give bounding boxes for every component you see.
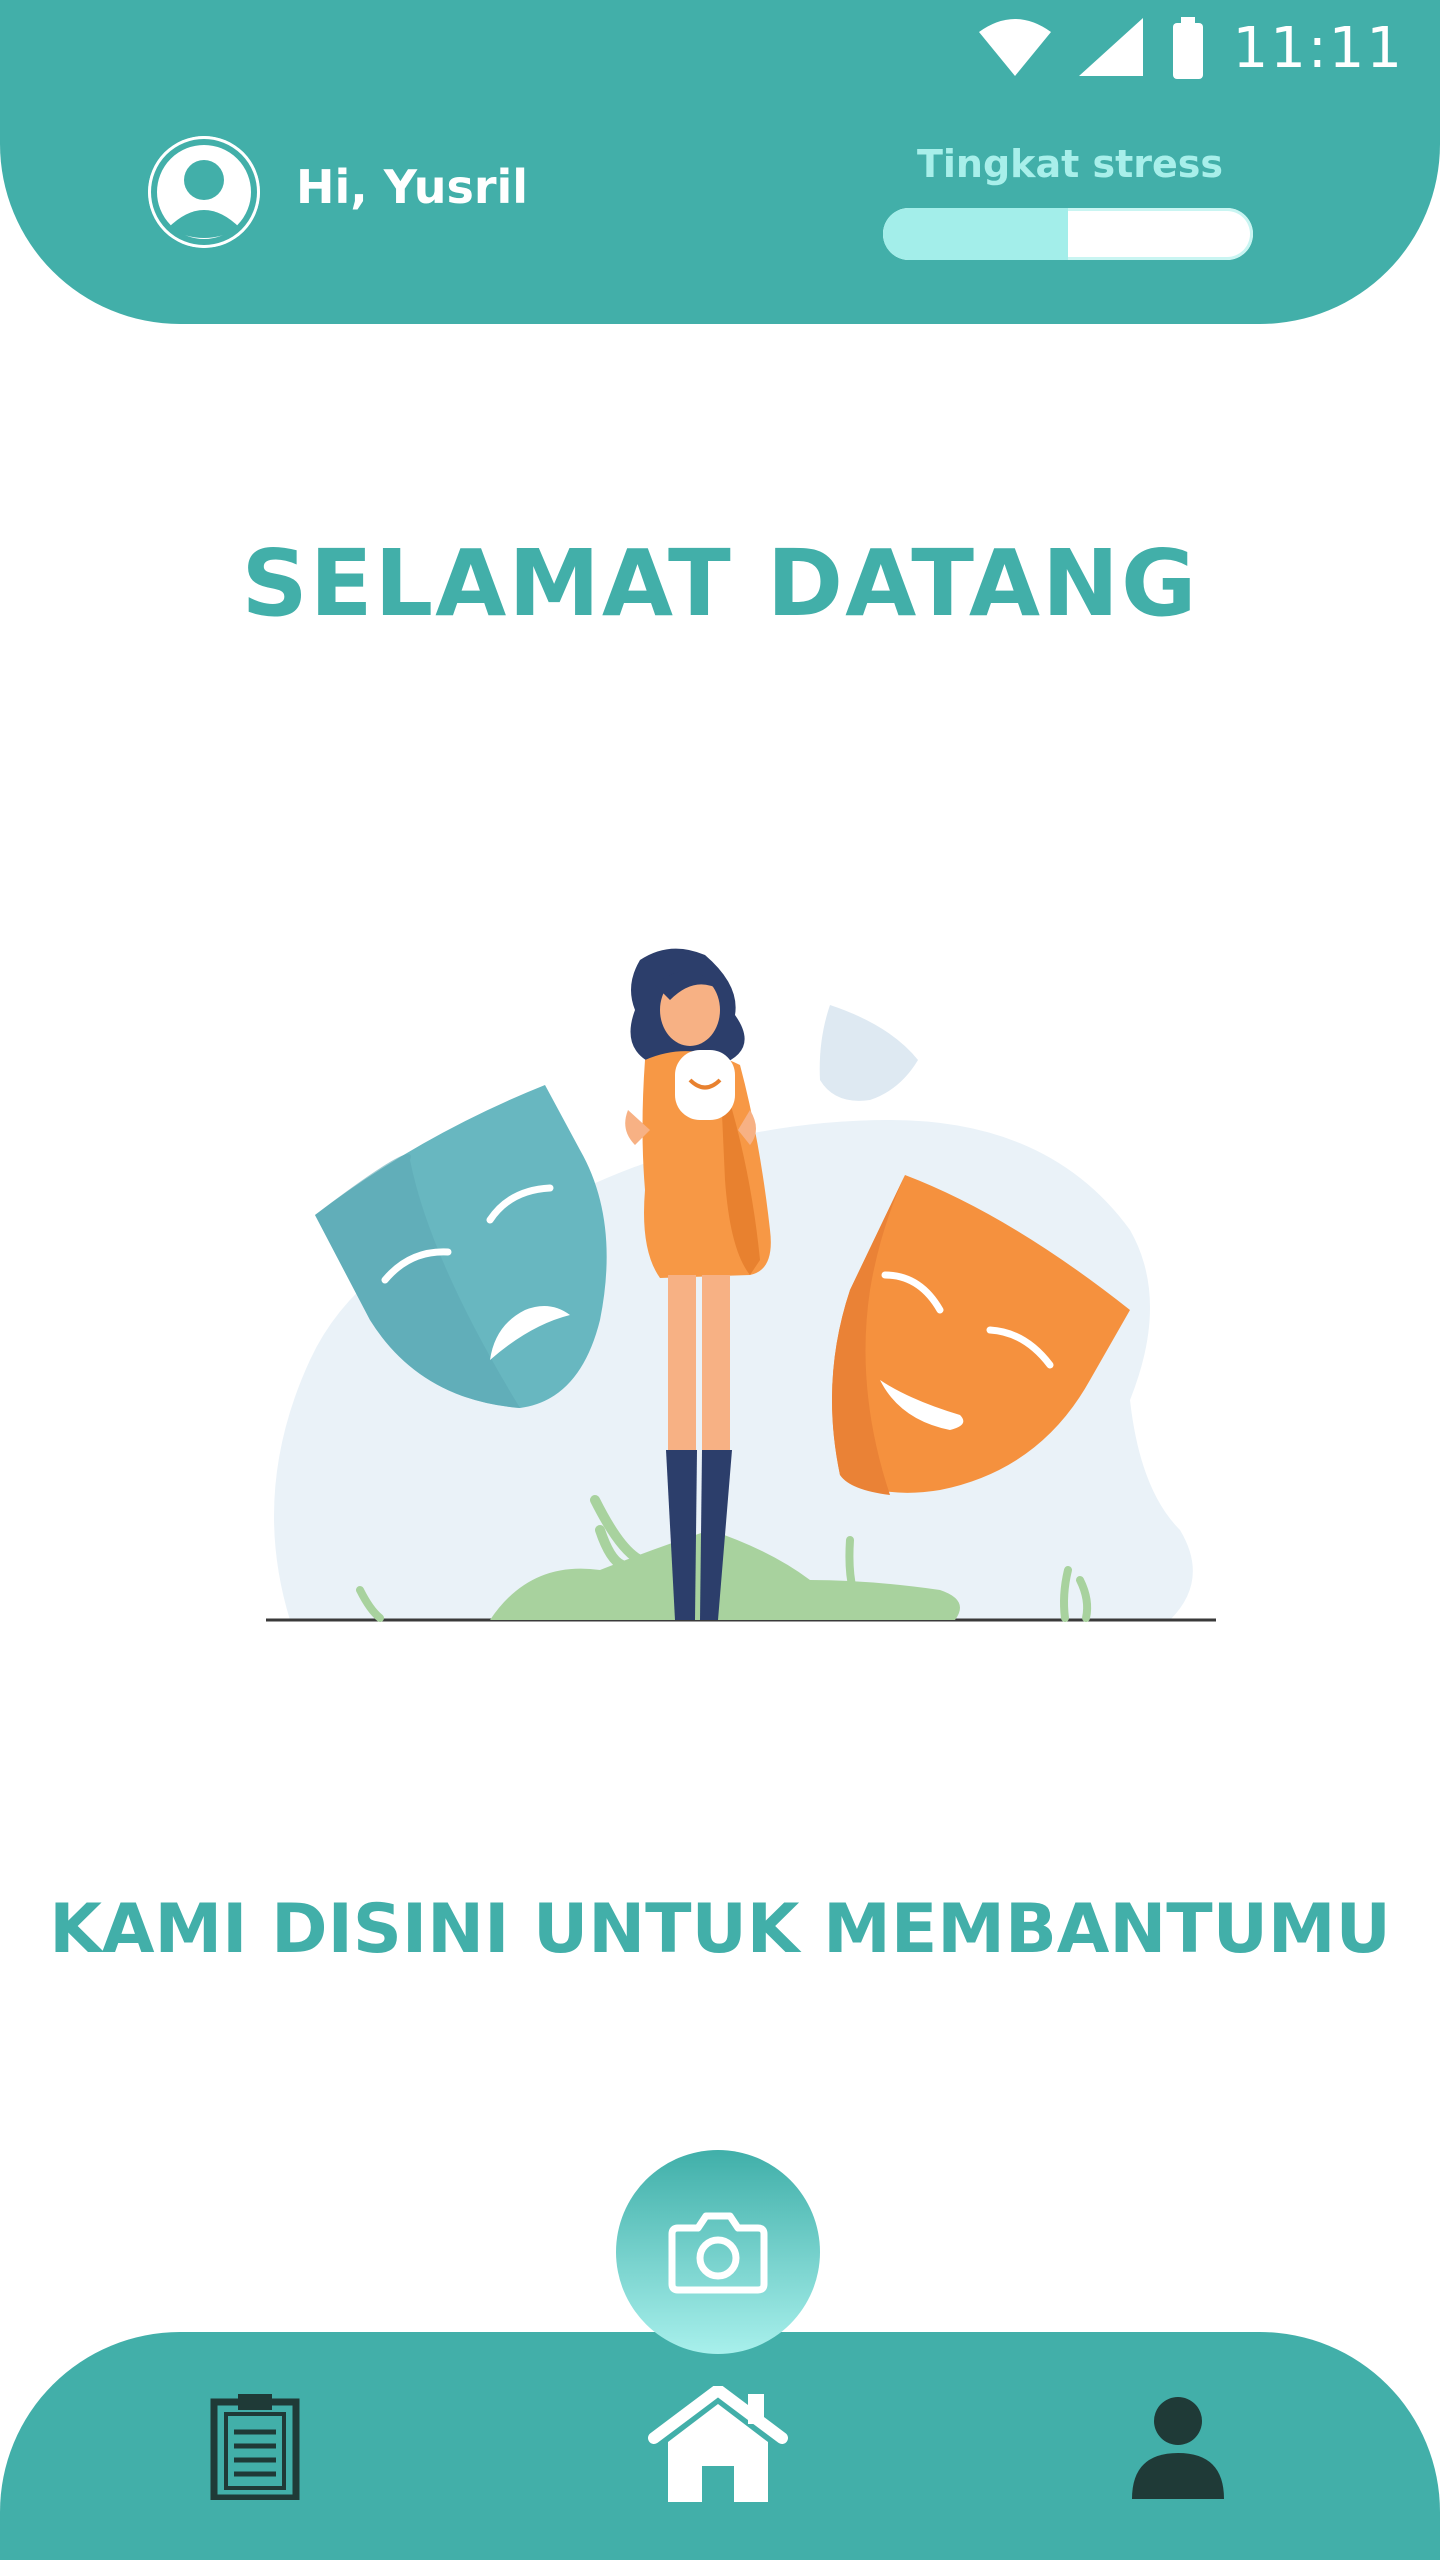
clipboard-icon [210,2394,300,2500]
greeting-text: Hi, Yusril [296,160,529,214]
nav-history-button[interactable] [205,2390,305,2502]
home-icon [648,2386,788,2502]
status-bar: 11:11 [978,15,1404,81]
camera-button[interactable] [616,2150,820,2354]
profile-icon [1132,2397,1224,2499]
stress-level-bar [883,208,1253,260]
stress-label: Tingkat stress [916,142,1224,186]
masks-illustration [266,948,1216,1622]
signal-icon [1078,18,1143,76]
welcome-title: SELAMAT DATANG [241,530,1199,637]
stress-level-fill [883,208,1068,260]
wifi-icon [978,19,1051,76]
app-header: 11:11 Hi, Yusril Tingkat stress [0,0,1440,324]
battery-icon [1172,17,1203,79]
nav-profile-button[interactable] [1128,2392,1228,2502]
camera-icon [668,2212,768,2294]
user-avatar-icon [148,136,260,248]
tagline-text: KAMI DISINI UNTUK MEMBANTUMU [49,1890,1391,1969]
avatar[interactable] [148,136,260,248]
nav-home-button[interactable] [648,2385,788,2505]
status-time: 11:11 [1232,15,1404,81]
